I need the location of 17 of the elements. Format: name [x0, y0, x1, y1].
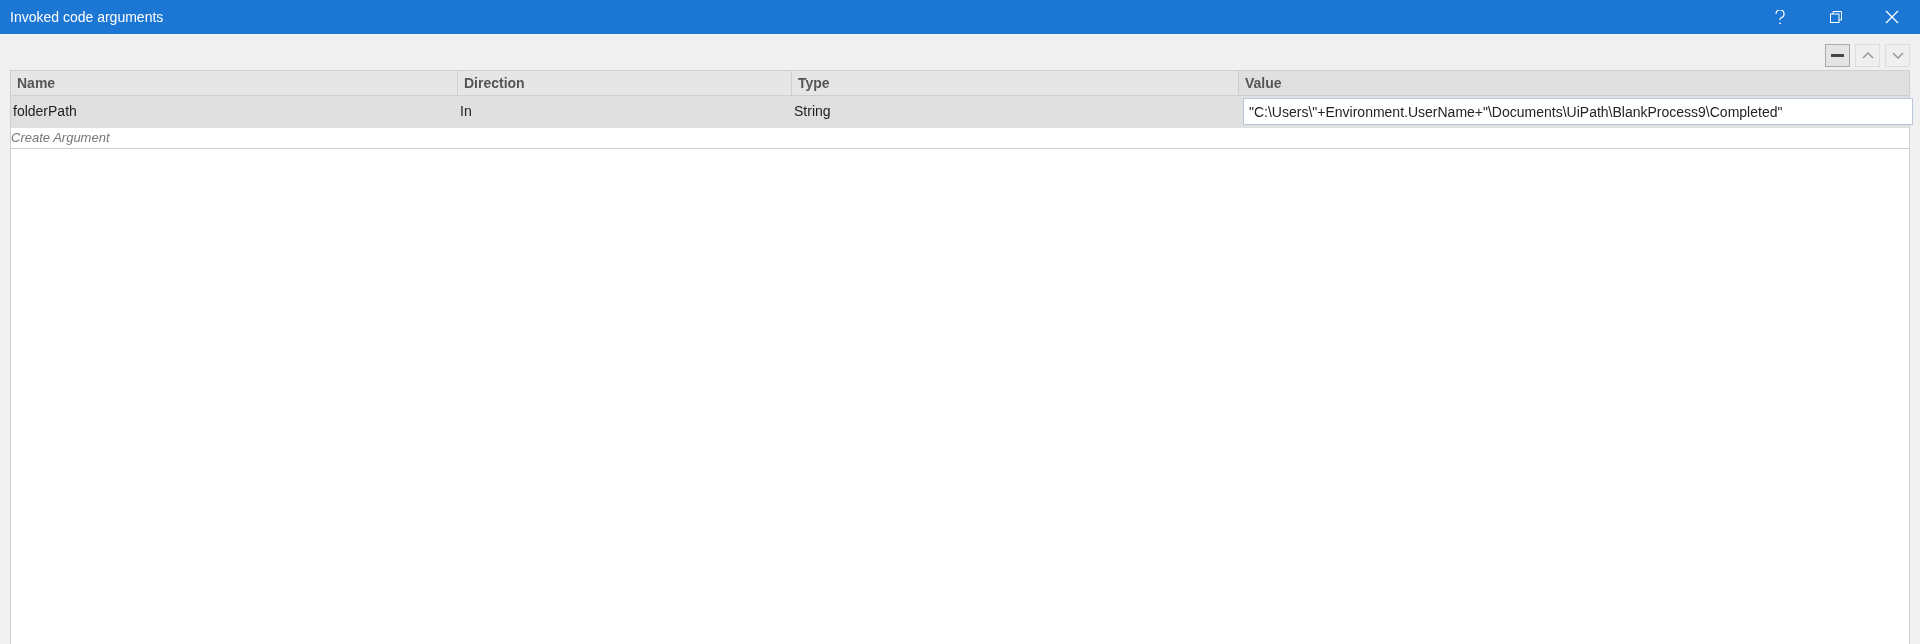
remove-button[interactable]: [1825, 44, 1850, 67]
table-cell-text: String: [794, 102, 831, 121]
column-header: Value: [1239, 71, 1909, 96]
value-field[interactable]: "C:\Users\"+Environment.UserName+"\Documents\UiPath\BlankProcess9\Completed": [1243, 98, 1913, 125]
chevron-down-icon: [1891, 52, 1904, 59]
table-cell-text: In: [460, 102, 472, 121]
table-cell-text: folderPath: [13, 102, 77, 121]
chevron-up-icon: [1861, 52, 1874, 59]
window-title: Invoked code arguments: [10, 7, 164, 27]
minus-icon: [1831, 54, 1844, 57]
column-header: Type: [792, 71, 1239, 96]
column-header: Direction: [458, 71, 792, 96]
close-icon: [1885, 10, 1899, 24]
help-icon: [1775, 9, 1785, 25]
column-header: Name: [11, 71, 458, 96]
create-argument-link[interactable]: Create Argument: [11, 127, 116, 149]
restore-icon: [1830, 11, 1842, 23]
